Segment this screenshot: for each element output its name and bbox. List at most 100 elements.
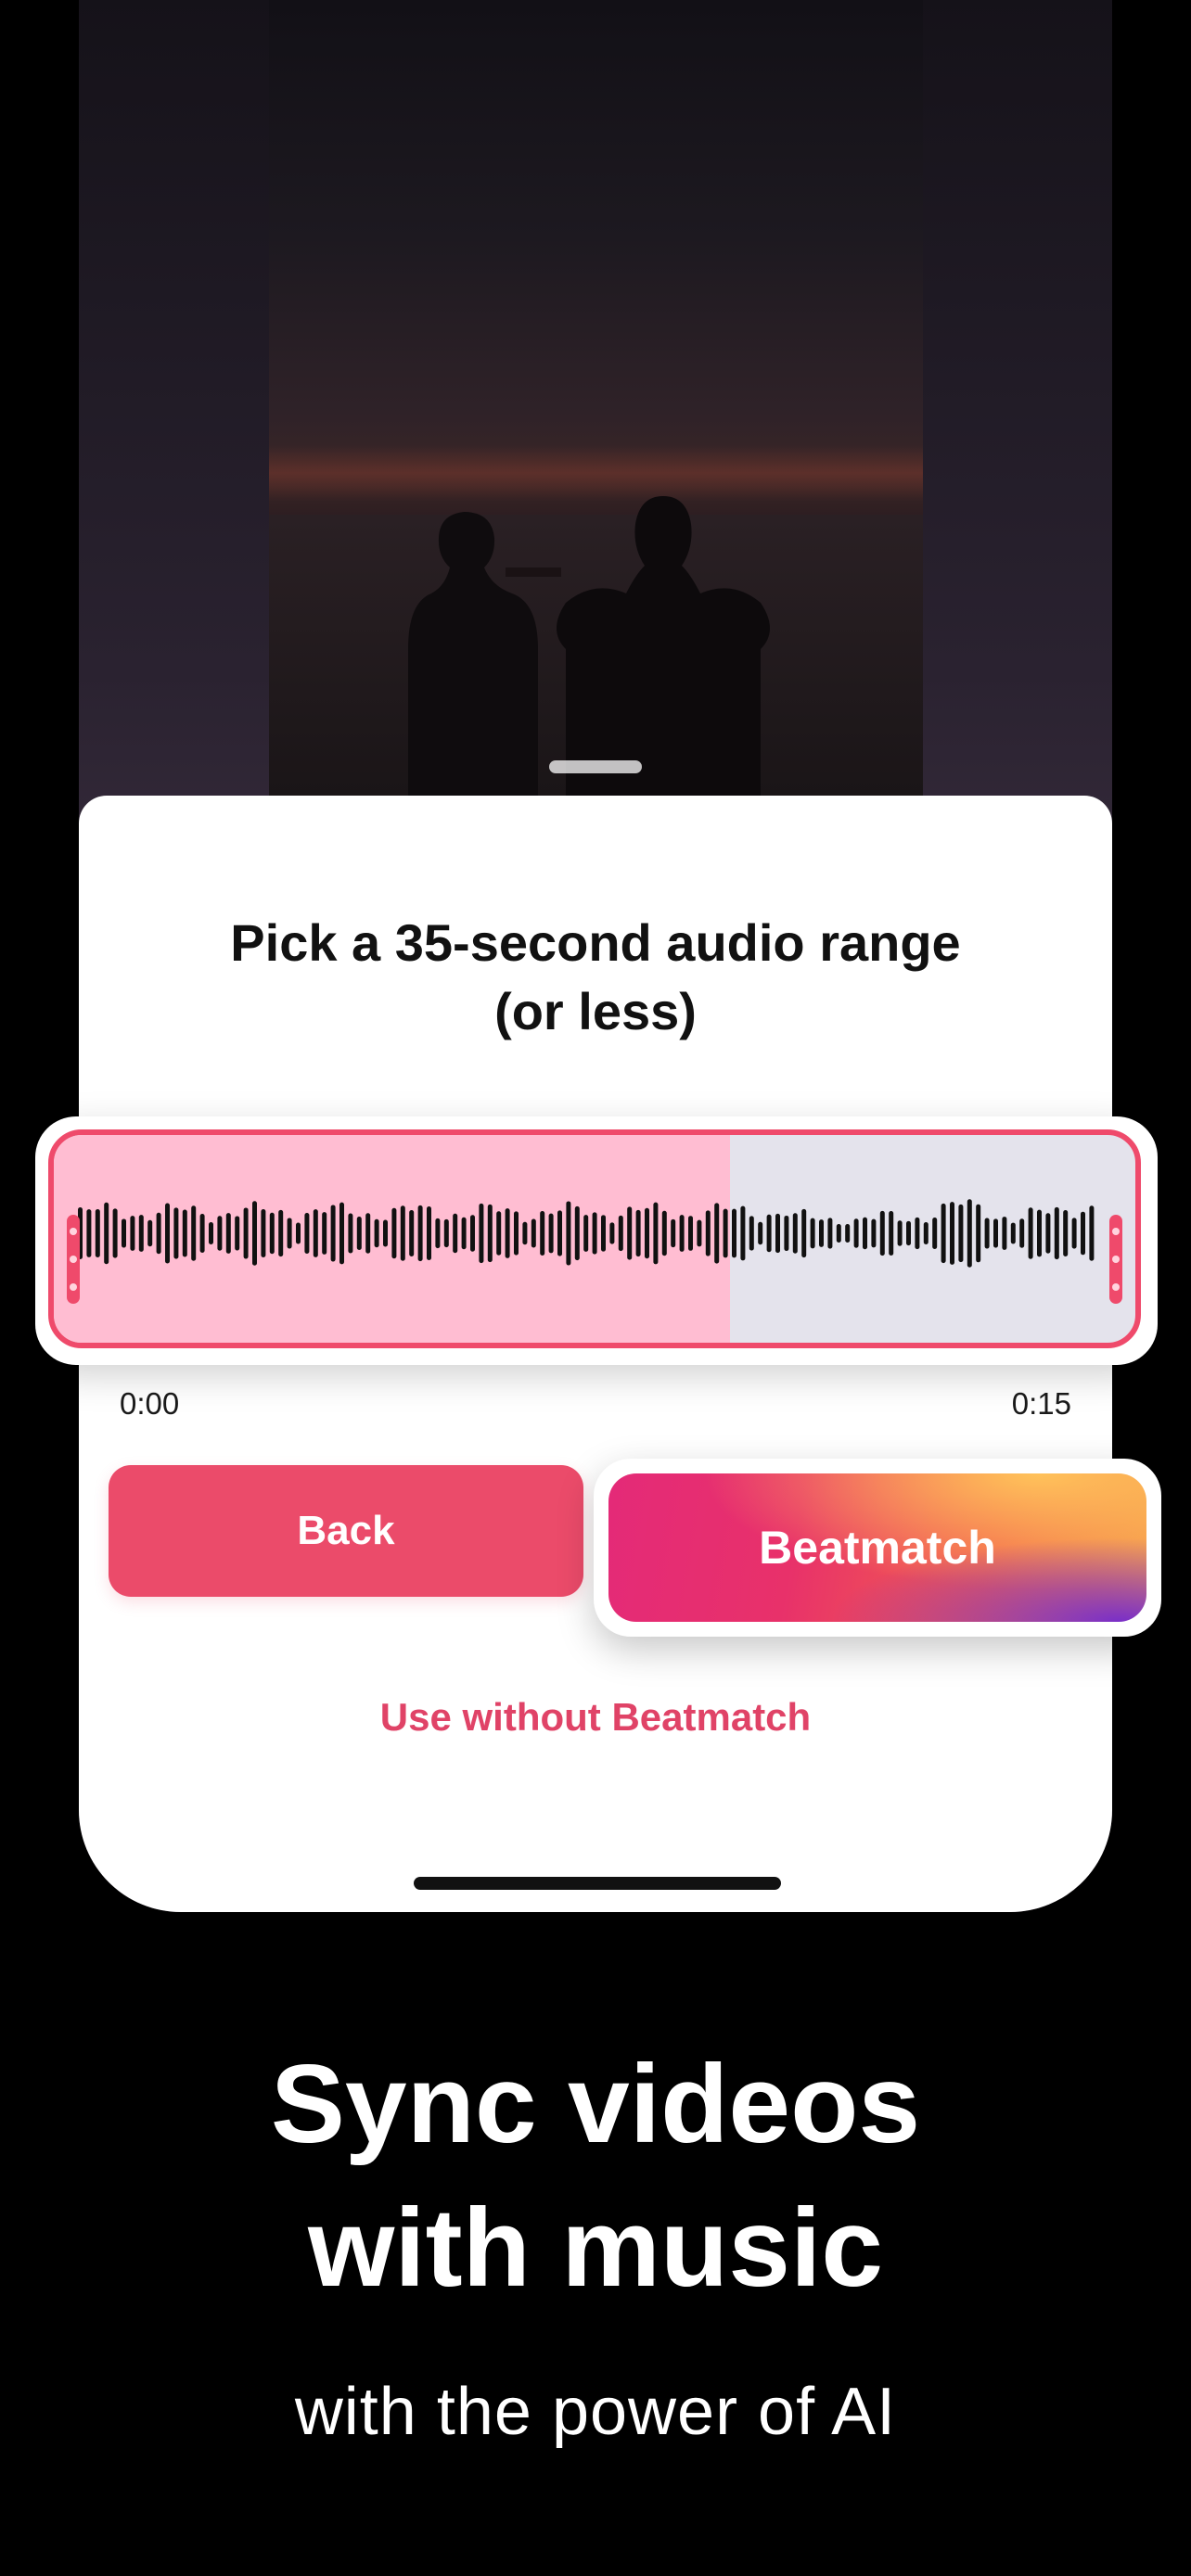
waveform-bar [566,1201,571,1266]
waveform-bar [749,1216,754,1251]
app-store-screenshot: Pick a 35-second audio range (or less) 0… [0,0,1191,2576]
waveform-bar [496,1211,502,1256]
waveform-bar [1054,1206,1059,1260]
beatmatch-card: Beatmatch [594,1459,1161,1637]
waveform-bar [417,1205,423,1262]
waveform-bar [409,1210,415,1256]
waveform-bar [243,1207,249,1259]
waveform-bar [845,1224,851,1243]
waveform-bar [871,1218,877,1248]
range-start-handle[interactable] [67,1215,80,1304]
waveform-bar [671,1218,676,1248]
waveform-bar [923,1221,928,1245]
waveform-bar [505,1208,510,1258]
waveform-bar [574,1205,580,1261]
waveform-bar [723,1208,728,1258]
waveform-bar [453,1213,458,1254]
waveform-bar [199,1214,205,1253]
waveform-bar [836,1224,841,1243]
waveform-bar [269,1212,275,1255]
waveform-bar [915,1217,920,1250]
waveform-bar [278,1209,284,1257]
waveform-bar [661,1210,667,1256]
waveform-bar [1071,1218,1077,1249]
waveform-bar [810,1218,815,1249]
waveform-bar [261,1209,266,1257]
range-end-handle[interactable] [1109,1215,1122,1304]
waveform-bar [470,1215,475,1252]
waveform-bar [705,1210,711,1256]
waveform-bar [897,1220,903,1246]
waveform-bar [1045,1213,1051,1254]
marketing-headline: Sync videos with music [270,2042,921,2310]
audio-waveform [78,1199,1095,1268]
audio-range-selector[interactable] [48,1129,1141,1348]
waveform-bar [766,1214,772,1253]
waveform-bar [391,1207,397,1259]
time-start-label: 0:00 [120,1386,180,1421]
waveform-bar [635,1209,641,1257]
waveform-bar [653,1202,659,1265]
waveform-bar [609,1222,615,1244]
sheet-grabber[interactable] [549,760,642,773]
waveform-bar [165,1203,170,1264]
waveform-card [35,1116,1158,1365]
use-without-beatmatch-link[interactable]: Use without Beatmatch [79,1695,1112,1740]
waveform-bar [209,1222,213,1244]
waveform-bar [235,1216,240,1251]
waveform-bar [339,1202,344,1265]
waveform-bar [86,1209,92,1257]
waveform-bar [906,1220,911,1246]
waveform-bar [252,1201,257,1266]
waveform-bar [514,1211,519,1256]
waveform-bar [993,1218,998,1248]
waveform-bar [1081,1211,1085,1256]
waveform-bar [932,1218,938,1249]
waveform-bar [697,1219,702,1247]
waveform-bar [427,1205,431,1261]
waveform-bar [356,1217,362,1250]
waveform-bar [618,1215,623,1252]
waveform-bar [522,1221,528,1245]
waveform-bar [801,1208,807,1258]
waveform-bar [775,1213,780,1254]
waveform-bar [330,1205,336,1262]
waveform-bar [592,1212,597,1255]
waveform-bar [1089,1205,1095,1261]
waveform-bar [296,1222,301,1244]
waveform-bar [740,1205,746,1261]
waveform-bar [784,1215,789,1252]
waveform-bar [863,1217,867,1250]
waveform-bar [112,1208,118,1258]
waveform-bar [122,1218,126,1248]
waveform-bar [95,1209,100,1257]
waveform-bar [557,1210,562,1256]
waveform-bar [645,1207,649,1259]
sheet-title: Pick a 35-second audio range (or less) [230,913,961,1040]
waveform-bar [287,1218,292,1249]
video-preview [269,0,923,796]
waveform-bar [217,1216,223,1251]
waveform-bar [191,1205,197,1261]
waveform-bar [679,1215,685,1252]
waveform-bar [688,1216,693,1251]
waveform-bar [138,1215,144,1252]
waveform-bar [879,1210,885,1256]
waveform-bar [958,1204,964,1263]
back-button[interactable]: Back [109,1465,583,1597]
waveform-bar [365,1213,371,1254]
time-end-label: 0:15 [1011,1386,1071,1421]
waveform-bar [1002,1217,1007,1250]
waveform-bar [435,1218,441,1249]
waveform-bar [225,1213,231,1254]
waveform-bar [182,1209,187,1257]
waveform-bar [941,1203,946,1264]
waveform-bar [304,1212,310,1255]
waveform-bar [531,1218,536,1248]
waveform-bar [792,1213,798,1254]
waveform-bar [714,1203,720,1264]
waveform-bar [758,1221,763,1245]
waveform-bar [322,1212,327,1255]
waveform-bar [827,1218,833,1249]
beatmatch-button[interactable]: Beatmatch [608,1473,1146,1622]
